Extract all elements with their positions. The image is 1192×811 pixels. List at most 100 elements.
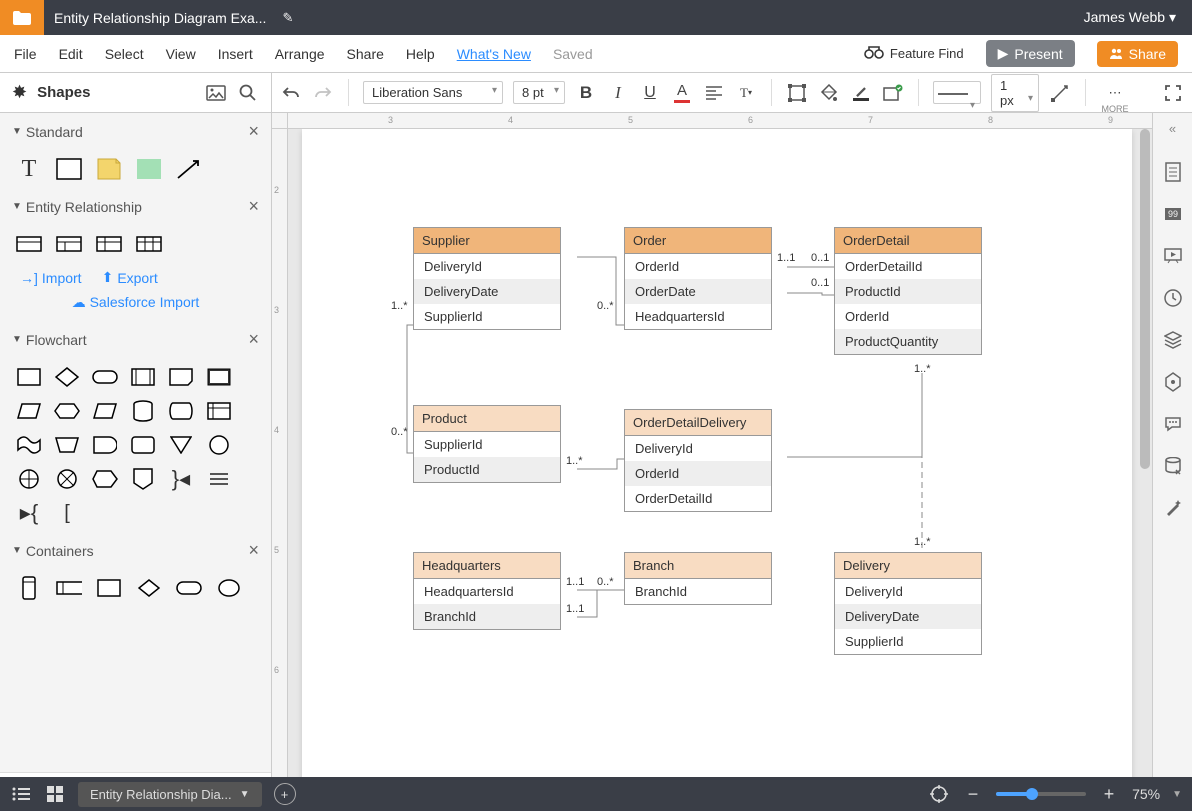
chat-icon[interactable]: [1162, 413, 1184, 435]
entity-orderdetail[interactable]: OrderDetailOrderDetailIdProductIdOrderId…: [834, 227, 982, 355]
list-view-icon[interactable]: [10, 783, 32, 805]
bold-icon[interactable]: B: [575, 82, 597, 104]
magic-icon[interactable]: [1162, 497, 1184, 519]
zoom-level[interactable]: 75%: [1132, 786, 1160, 802]
whats-new-link[interactable]: What's New: [457, 46, 531, 62]
entity-headquarters[interactable]: HeadquartersHeadquartersIdBranchId: [413, 552, 561, 630]
rename-icon[interactable]: ✎: [282, 10, 293, 26]
shape-er4[interactable]: [136, 233, 162, 255]
shape-cont1[interactable]: [16, 577, 42, 599]
line-width-select[interactable]: 1 px: [991, 74, 1039, 112]
entity-supplier[interactable]: SupplierDeliveryIdDeliveryDateSupplierId: [413, 227, 561, 330]
collapse-icon[interactable]: «: [1169, 121, 1176, 141]
import-action[interactable]: →]Import: [20, 269, 82, 286]
underline-icon[interactable]: U: [639, 82, 661, 104]
shape-cont3[interactable]: [96, 577, 122, 599]
shape-fc-terminator[interactable]: [92, 366, 118, 388]
target-icon[interactable]: [928, 783, 950, 805]
shape-fc-para[interactable]: [92, 400, 118, 422]
shape-fc-internal[interactable]: [206, 400, 232, 422]
shape-fc-sum[interactable]: [16, 468, 42, 490]
category-standard[interactable]: ▼Standard×: [0, 113, 271, 150]
shape-cont4[interactable]: [136, 577, 162, 599]
category-entity-relationship[interactable]: ▼Entity Relationship×: [0, 188, 271, 225]
shape-fc-brace-r[interactable]: }◂: [168, 468, 194, 490]
shape-fc-bracket[interactable]: [: [54, 502, 80, 524]
entity-order[interactable]: OrderOrderIdOrderDateHeadquartersId: [624, 227, 772, 330]
shape-fc-disp[interactable]: [92, 468, 118, 490]
fill-icon[interactable]: [818, 82, 840, 104]
shape-er3[interactable]: [96, 233, 122, 255]
zoom-out-icon[interactable]: −: [962, 783, 984, 805]
shape-fc-tape[interactable]: [16, 434, 42, 456]
italic-icon[interactable]: I: [607, 82, 629, 104]
search-icon[interactable]: [237, 82, 259, 104]
shape-rect[interactable]: [56, 158, 82, 180]
layers-icon[interactable]: [1162, 329, 1184, 351]
shape-fc-round[interactable]: [130, 434, 156, 456]
entity-orderdetaildelivery[interactable]: OrderDetailDeliveryDeliveryIdOrderIdOrde…: [624, 409, 772, 512]
category-flowchart[interactable]: ▼Flowchart×: [0, 321, 271, 358]
history-icon[interactable]: [1162, 287, 1184, 309]
shape-fc-predef[interactable]: [130, 366, 156, 388]
connector-icon[interactable]: [1049, 82, 1071, 104]
grid-view-icon[interactable]: [44, 783, 66, 805]
stroke-color-icon[interactable]: [850, 82, 872, 104]
menu-arrange[interactable]: Arrange: [275, 46, 325, 62]
zoom-slider[interactable]: [996, 792, 1086, 796]
close-icon[interactable]: ×: [248, 196, 259, 217]
add-page-button[interactable]: +: [274, 783, 296, 805]
database-icon[interactable]: [1162, 455, 1184, 477]
shape-note[interactable]: [96, 158, 122, 180]
menu-share[interactable]: Share: [347, 46, 384, 62]
shape-options-icon[interactable]: [882, 82, 904, 104]
menu-view[interactable]: View: [166, 46, 196, 62]
shape-fc-delay[interactable]: [92, 434, 118, 456]
align-icon[interactable]: [703, 82, 725, 104]
shape-fc-brace-l[interactable]: ▸{: [16, 502, 42, 524]
shape-er1[interactable]: [16, 233, 42, 255]
entity-branch[interactable]: BranchBranchId: [624, 552, 772, 605]
shape-cont5[interactable]: [176, 577, 202, 599]
vertical-scrollbar[interactable]: [1140, 129, 1150, 469]
shape-fc-db[interactable]: [130, 400, 156, 422]
font-select[interactable]: Liberation Sans: [363, 81, 503, 104]
data-panel-icon[interactable]: [1162, 371, 1184, 393]
export-action[interactable]: ⬆Export: [102, 269, 158, 286]
shape-er2[interactable]: [56, 233, 82, 255]
undo-icon[interactable]: [280, 82, 302, 104]
shape-block[interactable]: [136, 158, 162, 180]
canvas[interactable]: SupplierDeliveryIdDeliveryDateSupplierId…: [288, 129, 1152, 810]
shape-fc-display[interactable]: [168, 366, 194, 388]
salesforce-import[interactable]: ☁ Salesforce Import: [0, 290, 271, 321]
entity-product[interactable]: ProductSupplierIdProductId: [413, 405, 561, 483]
zoom-in-icon[interactable]: +: [1098, 783, 1120, 805]
shape-fc-or[interactable]: [54, 468, 80, 490]
feature-find[interactable]: Feature Find: [864, 45, 964, 62]
present-panel-icon[interactable]: [1162, 245, 1184, 267]
shape-text[interactable]: T: [16, 158, 42, 180]
shape-fc-offpage[interactable]: [130, 468, 156, 490]
page-settings-icon[interactable]: [1162, 161, 1184, 183]
user-menu[interactable]: James Webb ▾: [1068, 9, 1192, 26]
more-icon[interactable]: ⋯MORE: [1100, 82, 1130, 104]
close-icon[interactable]: ×: [248, 121, 259, 142]
folder-icon[interactable]: [0, 0, 44, 35]
fullscreen-icon[interactable]: [1162, 82, 1184, 104]
close-icon[interactable]: ×: [248, 329, 259, 350]
shape-fc-list[interactable]: [206, 468, 232, 490]
comments-icon[interactable]: 99: [1162, 203, 1184, 225]
document-tab[interactable]: Entity Relationship Dia... ▼: [78, 782, 262, 807]
menu-help[interactable]: Help: [406, 46, 435, 62]
menu-file[interactable]: File: [14, 46, 37, 62]
image-icon[interactable]: [205, 82, 227, 104]
shape-bounds-icon[interactable]: [786, 82, 808, 104]
shape-cont2[interactable]: [56, 577, 82, 599]
shape-fc-rect[interactable]: [16, 366, 42, 388]
font-size-select[interactable]: 8 pt: [513, 81, 565, 104]
shape-fc-hex[interactable]: [54, 400, 80, 422]
line-style-select[interactable]: [933, 81, 981, 104]
shape-fc-merge[interactable]: [168, 434, 194, 456]
shape-fc-diamond[interactable]: [54, 366, 80, 388]
shape-arrow[interactable]: [176, 158, 202, 180]
